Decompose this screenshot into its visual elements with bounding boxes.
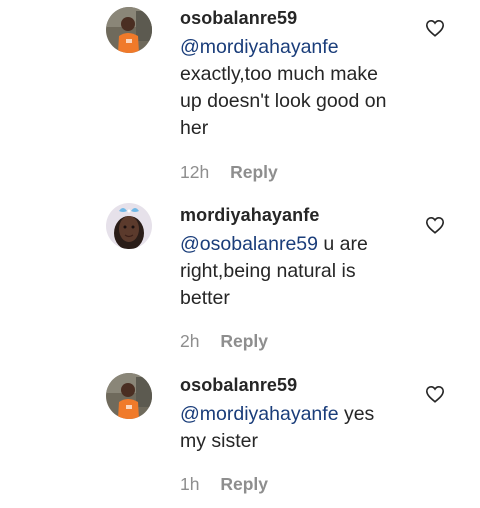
comment-text-line: my sister [180,430,258,452]
mention-link[interactable]: @mordiyahayanfe [180,36,339,58]
heart-outline-icon[interactable] [425,19,445,37]
comment-timestamp: 2h [180,331,200,351]
comment-timestamp: 1h [180,474,200,494]
mention-link[interactable]: @osobalanre59 [180,233,318,255]
comment-meta: 12h Reply [180,162,278,183]
comment-text-fragment: u are [317,233,368,255]
heart-outline-icon[interactable] [425,385,445,403]
heart-outline-icon[interactable] [425,216,445,234]
avatar[interactable] [106,373,152,419]
comment-text: @mordiyahayanfe yes my sister [180,401,412,455]
avatar[interactable] [106,203,152,249]
comment-text: @osobalanre59 u are right,being natural … [180,231,412,312]
comment-text-line: better [180,287,230,309]
reply-button[interactable]: Reply [220,474,268,495]
reply-button[interactable]: Reply [230,162,278,183]
comment-username[interactable]: osobalanre59 [180,8,412,28]
comment-text-fragment: yes [338,403,375,425]
comment-text-line: right,being natural is [180,260,356,282]
comment-username[interactable]: mordiyahayanfe [180,205,412,225]
comment-text-line: her [180,117,209,139]
comment-meta: 2h Reply [180,331,268,352]
comment-meta: 1h Reply [180,474,268,495]
comment-timestamp: 12h [180,162,210,182]
reply-button[interactable]: Reply [220,331,268,352]
comment-username[interactable]: osobalanre59 [180,375,412,395]
mention-link[interactable]: @mordiyahayanfe [180,403,339,425]
avatar[interactable] [106,7,152,53]
comment-text: @mordiyahayanfe exactly,too much make up… [180,34,412,142]
comment-text-line: exactly,too much make [180,63,378,85]
comment-text-line: up doesn't look good on [180,90,387,112]
